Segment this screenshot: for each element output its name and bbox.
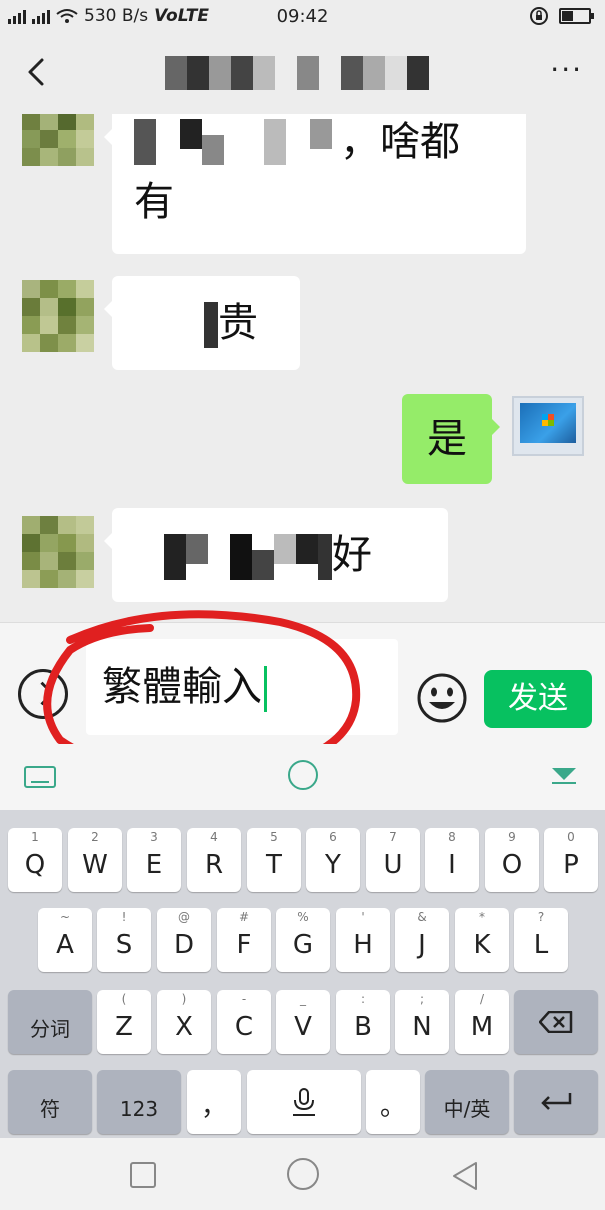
status-right: [529, 6, 594, 26]
message-text: 是: [427, 416, 467, 462]
key-g[interactable]: % G: [276, 908, 330, 972]
key-m[interactable]: / M: [455, 990, 509, 1054]
key-d[interactable]: @ D: [157, 908, 211, 972]
key-c[interactable]: -C: [217, 990, 271, 1054]
message-text: 好: [332, 532, 372, 578]
key-a[interactable]: ~ A: [38, 908, 92, 972]
key-s[interactable]: ! S: [97, 908, 151, 972]
home-icon[interactable]: [287, 1158, 319, 1190]
key-j[interactable]: & J: [395, 908, 449, 972]
message-input-value: 繁體輸入: [102, 664, 262, 710]
key-q[interactable]: 1Q: [8, 828, 62, 892]
blurred-text: [134, 302, 218, 348]
emoji-icon[interactable]: [416, 672, 468, 724]
symbol-key[interactable]: 符: [8, 1070, 92, 1134]
text-caret: [264, 666, 267, 712]
number-key[interactable]: 123: [97, 1070, 181, 1134]
status-bar: 530 B/s VoLTE 09:42: [0, 0, 605, 34]
more-options-icon[interactable]: ···: [550, 56, 583, 84]
key-h[interactable]: ' H: [336, 908, 390, 972]
key-l[interactable]: ? L: [514, 908, 568, 972]
battery-icon: [559, 8, 594, 24]
message-bubble[interactable]: ，啥都 有: [104, 114, 526, 254]
windows-logo-icon: [542, 414, 554, 426]
message-text: 有: [134, 179, 174, 225]
voice-input-icon[interactable]: [18, 669, 68, 719]
self-avatar[interactable]: [512, 396, 584, 456]
message-text: ，啥都: [340, 119, 460, 165]
keyboard-icon[interactable]: [24, 766, 56, 788]
key-k[interactable]: * K: [455, 908, 509, 972]
hide-keyboard-icon[interactable]: [552, 768, 576, 784]
avatar[interactable]: [22, 516, 94, 588]
message-bubble[interactable]: 贵: [104, 276, 300, 370]
chat-header: ···: [0, 34, 605, 114]
key-u[interactable]: 7U: [366, 828, 420, 892]
message-input[interactable]: 繁體輸入: [86, 639, 398, 735]
send-button[interactable]: 发送: [484, 670, 592, 728]
key-b[interactable]: :B: [336, 990, 390, 1054]
message-bubble-self[interactable]: 是: [402, 394, 500, 484]
rotation-lock-icon: [530, 7, 548, 25]
message-text: 贵: [218, 300, 258, 346]
key-y[interactable]: 6Y: [306, 828, 360, 892]
key-i[interactable]: 8I: [425, 828, 479, 892]
key-t[interactable]: 5T: [247, 828, 301, 892]
blurred-text: [134, 119, 332, 165]
key-f[interactable]: # F: [217, 908, 271, 972]
period-key[interactable]: 。: [366, 1070, 420, 1134]
keyboard: 1Q 2W 3E 4R 5T 6Y 7U 8I 9O 0P ~ A ! S @ D #…: [0, 810, 605, 1138]
chat-area[interactable]: ，啥都 有 贵 是 好: [0, 114, 605, 622]
clock: 09:42: [276, 6, 329, 27]
language-switch-key[interactable]: 中/英: [425, 1070, 509, 1134]
avatar[interactable]: [22, 280, 94, 352]
enter-key[interactable]: [514, 1070, 598, 1134]
blurred-text: [134, 534, 332, 580]
key-n[interactable]: ; N: [395, 990, 449, 1054]
backspace-key[interactable]: [514, 990, 598, 1054]
enter-icon: [541, 1093, 572, 1110]
segment-key[interactable]: 分词: [8, 990, 92, 1054]
key-v[interactable]: _ V: [276, 990, 330, 1054]
key-z[interactable]: (Z: [97, 990, 151, 1054]
system-nav-bar: [0, 1138, 605, 1210]
message-bubble[interactable]: 好: [104, 508, 448, 602]
chevron-left-icon[interactable]: [18, 52, 58, 92]
contact-name-blurred: [165, 56, 429, 90]
space-key[interactable]: [247, 1070, 361, 1134]
keyboard-toolbar: [0, 744, 605, 810]
microphone-icon: [293, 1088, 315, 1116]
key-r[interactable]: 4R: [187, 828, 241, 892]
avatar[interactable]: [22, 114, 94, 166]
back-triangle-icon[interactable]: [450, 1160, 480, 1192]
key-w[interactable]: 2W: [68, 828, 122, 892]
comma-key[interactable]: ，: [187, 1070, 241, 1134]
key-o[interactable]: 9O: [485, 828, 539, 892]
recent-apps-icon[interactable]: [130, 1162, 156, 1188]
key-p[interactable]: 0P: [544, 828, 598, 892]
emoji-panel-icon[interactable]: [288, 760, 318, 790]
key-e[interactable]: 3E: [127, 828, 181, 892]
key-x[interactable]: ) X: [157, 990, 211, 1054]
backspace-icon: [539, 1011, 573, 1033]
